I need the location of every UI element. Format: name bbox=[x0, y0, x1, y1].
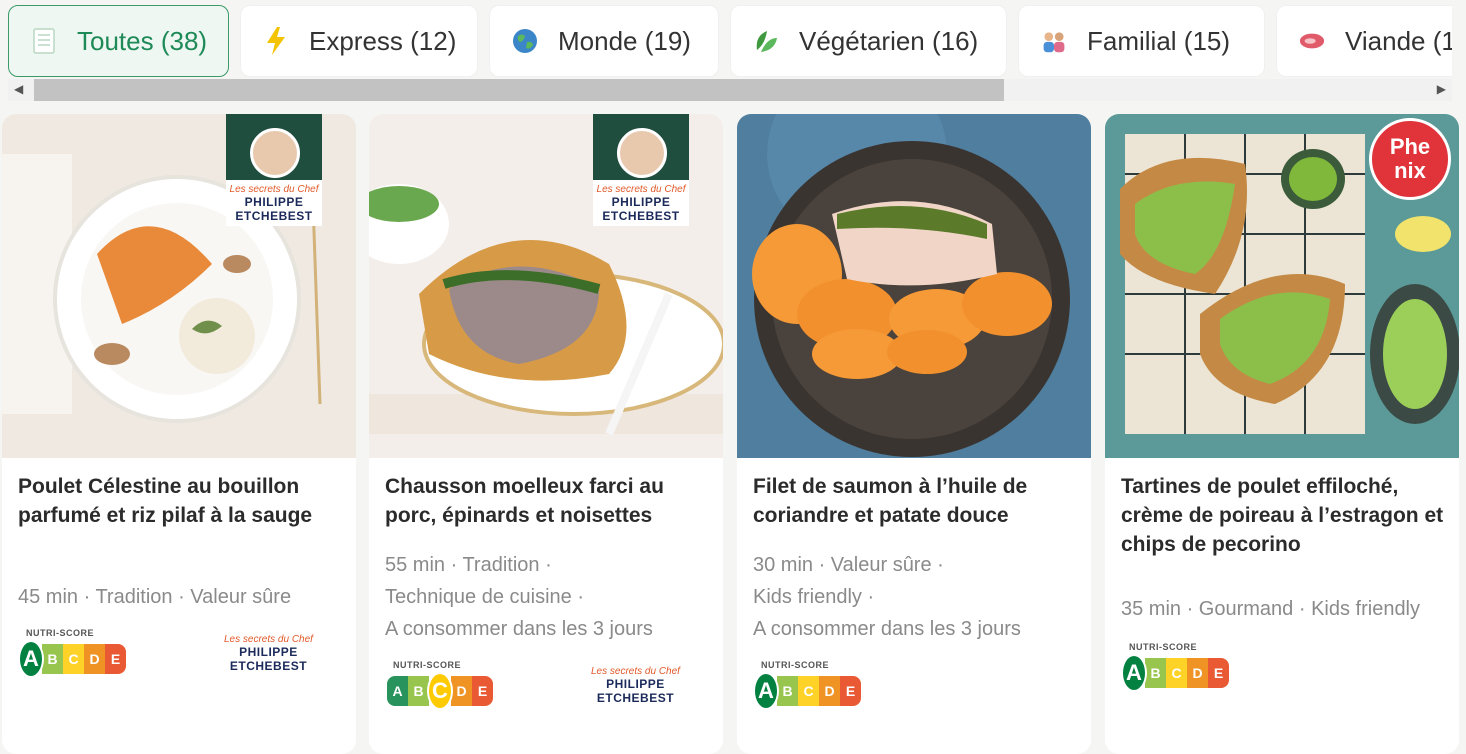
list-icon bbox=[31, 28, 57, 54]
nutri-score: NUTRI-SCORE ABCDE bbox=[1121, 642, 1229, 692]
recipe-card[interactable]: Phe nix Tartines de poulet effiloché, cr… bbox=[1105, 114, 1459, 754]
horizontal-scrollbar[interactable]: ◀ ▶ bbox=[8, 79, 1452, 101]
tab-viande[interactable]: Viande (1 bbox=[1276, 5, 1452, 77]
tab-label: Viande (1 bbox=[1345, 25, 1452, 56]
recipe-meta: 45 min · Tradition · Valeur sûre bbox=[18, 586, 292, 608]
etchebest-logo: Les secrets du Chef PHILIPPE ETCHEBEST bbox=[593, 180, 689, 226]
recipe-card[interactable]: Filet de saumon à l’huile de coriandre e… bbox=[737, 114, 1091, 754]
family-icon bbox=[1041, 28, 1067, 54]
recipe-title[interactable]: Chausson moelleux farci au porc, épinard… bbox=[385, 472, 715, 530]
etchebest-logo: Les secrets du Chef PHILIPPE ETCHEBEST bbox=[226, 180, 322, 226]
scroll-thumb[interactable] bbox=[34, 79, 1004, 101]
tab-label: Monde (19) bbox=[558, 25, 691, 56]
tab-toutes[interactable]: Toutes (38) bbox=[8, 5, 229, 77]
recipe-card[interactable]: Les secrets du Chef PHILIPPE ETCHEBEST C… bbox=[369, 114, 723, 754]
chef-badge: Les secrets du Chef PHILIPPE ETCHEBEST bbox=[226, 114, 322, 226]
tab-label: Toutes (38) bbox=[77, 25, 208, 56]
recipe-meta: 30 min · Valeur sûre · Kids friendly · A… bbox=[753, 554, 1021, 640]
category-tabs: Toutes (38) Express (12) Monde (19) Végé… bbox=[0, 0, 1452, 80]
etchebest-logo: Les secrets du Chef PHILIPPE ETCHEBEST bbox=[224, 634, 313, 673]
tab-express[interactable]: Express (12) bbox=[240, 5, 478, 77]
recipe-image bbox=[737, 114, 1091, 458]
recipe-title[interactable]: Filet de saumon à l’huile de coriandre e… bbox=[753, 472, 1083, 530]
tab-label: Express (12) bbox=[309, 25, 457, 56]
recipe-meta: 35 min · Gourmand · Kids friendly bbox=[1121, 598, 1421, 620]
scroll-right-icon[interactable]: ▶ bbox=[1437, 82, 1446, 96]
tab-label: Familial (15) bbox=[1087, 25, 1231, 56]
chef-badge: Les secrets du Chef PHILIPPE ETCHEBEST bbox=[593, 114, 689, 226]
recipe-card[interactable]: Les secrets du Chef PHILIPPE ETCHEBEST P… bbox=[2, 114, 356, 754]
recipe-meta: 55 min · Tradition · Technique de cuisin… bbox=[385, 554, 653, 640]
chef-portrait bbox=[250, 128, 300, 178]
etchebest-logo: Les secrets du Chef PHILIPPE ETCHEBEST bbox=[591, 666, 680, 705]
nutri-score: NUTRI-SCORE ABCDE bbox=[18, 628, 126, 678]
tab-vegetarien[interactable]: Végétarien (16) bbox=[730, 5, 1007, 77]
recipe-image: Les secrets du Chef PHILIPPE ETCHEBEST bbox=[2, 114, 356, 458]
chef-portrait bbox=[617, 128, 667, 178]
tab-familial[interactable]: Familial (15) bbox=[1018, 5, 1265, 77]
globe-icon bbox=[512, 28, 538, 54]
nutri-score: NUTRI-SCORE ABCDE bbox=[753, 660, 861, 710]
scroll-left-icon[interactable]: ◀ bbox=[14, 82, 23, 96]
recipe-title[interactable]: Poulet Célestine au bouillon parfumé et … bbox=[18, 472, 348, 530]
leaf-icon bbox=[753, 28, 779, 54]
recipe-title[interactable]: Tartines de poulet effiloché, crème de p… bbox=[1121, 472, 1451, 559]
phenix-badge: Phe nix bbox=[1369, 118, 1451, 200]
recipe-image: Les secrets du Chef PHILIPPE ETCHEBEST bbox=[369, 114, 723, 458]
tab-label: Végétarien (16) bbox=[799, 25, 979, 56]
tab-monde[interactable]: Monde (19) bbox=[489, 5, 719, 77]
nutri-score: NUTRI-SCORE ABCDE bbox=[387, 660, 493, 710]
lightning-icon bbox=[263, 27, 289, 55]
meat-icon bbox=[1299, 28, 1325, 54]
recipe-image: Phe nix bbox=[1105, 114, 1459, 458]
